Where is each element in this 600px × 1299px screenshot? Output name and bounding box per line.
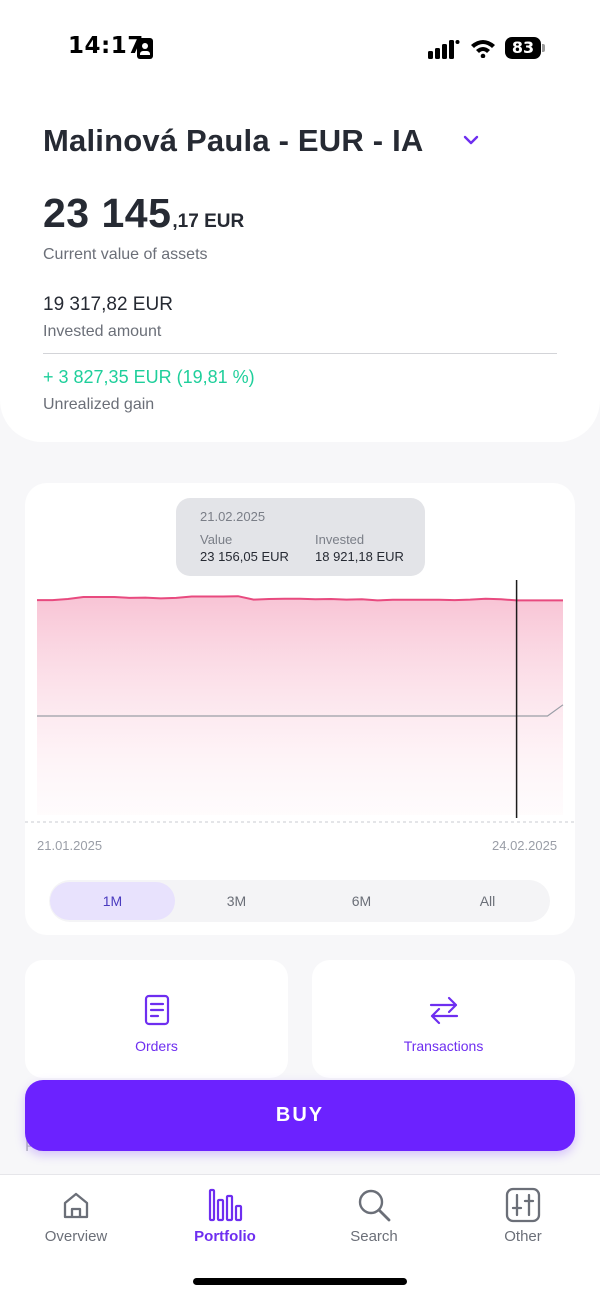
- nav-portfolio-label: Portfolio: [194, 1228, 256, 1245]
- invested-amount-value: 19 317,82 EUR: [43, 294, 173, 315]
- nav-search-label: Search: [350, 1228, 398, 1245]
- bar-chart-icon: [208, 1188, 243, 1222]
- document-icon: [144, 994, 169, 1026]
- battery-tip: [542, 44, 545, 52]
- tooltip-value: 23 156,05 EUR: [200, 549, 289, 564]
- swap-arrows-icon: [429, 996, 458, 1025]
- value-area: [37, 596, 563, 815]
- unrealized-gain-value: + 3 827,35 EUR (19,81 %): [43, 367, 255, 387]
- tooltip-date: 21.02.2025: [200, 509, 266, 524]
- tooltip-invested: 18 921,18 EUR: [315, 549, 404, 564]
- nav-overview[interactable]: Overview: [16, 1182, 136, 1252]
- sliders-icon: [505, 1187, 541, 1223]
- nav-other-label: Other: [504, 1228, 542, 1245]
- unrealized-gain-label: Unrealized gain: [43, 396, 155, 413]
- battery-indicator: 83: [505, 37, 541, 59]
- chevron-down-icon[interactable]: [462, 134, 480, 146]
- signal-icon: [428, 40, 460, 59]
- period-1m-button[interactable]: 1M: [50, 882, 175, 920]
- current-value-decimal: ,17 EUR: [172, 211, 245, 232]
- divider: [43, 353, 557, 354]
- chart-end-date: 24.02.2025: [492, 838, 558, 853]
- portfolio-chart[interactable]: [25, 570, 575, 830]
- current-value-label: Current value of assets: [43, 246, 208, 263]
- current-value-integer: 23 145: [43, 190, 172, 236]
- nav-overview-label: Overview: [44, 1228, 108, 1245]
- home-icon: [63, 1192, 89, 1219]
- period-3m-button[interactable]: 3M: [174, 882, 299, 920]
- buy-button[interactable]: BUY: [25, 1080, 575, 1151]
- chart-start-date: 21.01.2025: [37, 838, 103, 853]
- tooltip-invested-label: Invested: [315, 532, 365, 547]
- invested-amount-label: Invested amount: [43, 323, 162, 340]
- nav-other[interactable]: Other: [463, 1182, 583, 1252]
- transactions-label: Transactions: [403, 1038, 484, 1054]
- nav-search[interactable]: Search: [314, 1182, 434, 1252]
- orders-label: Orders: [135, 1038, 178, 1054]
- transactions-button[interactable]: Transactions: [312, 960, 575, 1078]
- id-card-icon: [137, 38, 153, 59]
- period-all-button[interactable]: All: [425, 882, 550, 920]
- home-indicator: [193, 1278, 407, 1285]
- orders-button[interactable]: Orders: [25, 960, 288, 1078]
- status-time: 14:17: [68, 33, 144, 59]
- wifi-icon: [471, 40, 495, 58]
- tooltip-value-label: Value: [200, 532, 233, 547]
- search-icon: [358, 1189, 391, 1222]
- current-value: 23 145,17 EUR: [43, 190, 244, 237]
- nav-portfolio[interactable]: Portfolio: [165, 1182, 285, 1252]
- account-title[interactable]: Malinová Paula - EUR - IA: [43, 123, 424, 159]
- period-6m-button[interactable]: 6M: [299, 882, 424, 920]
